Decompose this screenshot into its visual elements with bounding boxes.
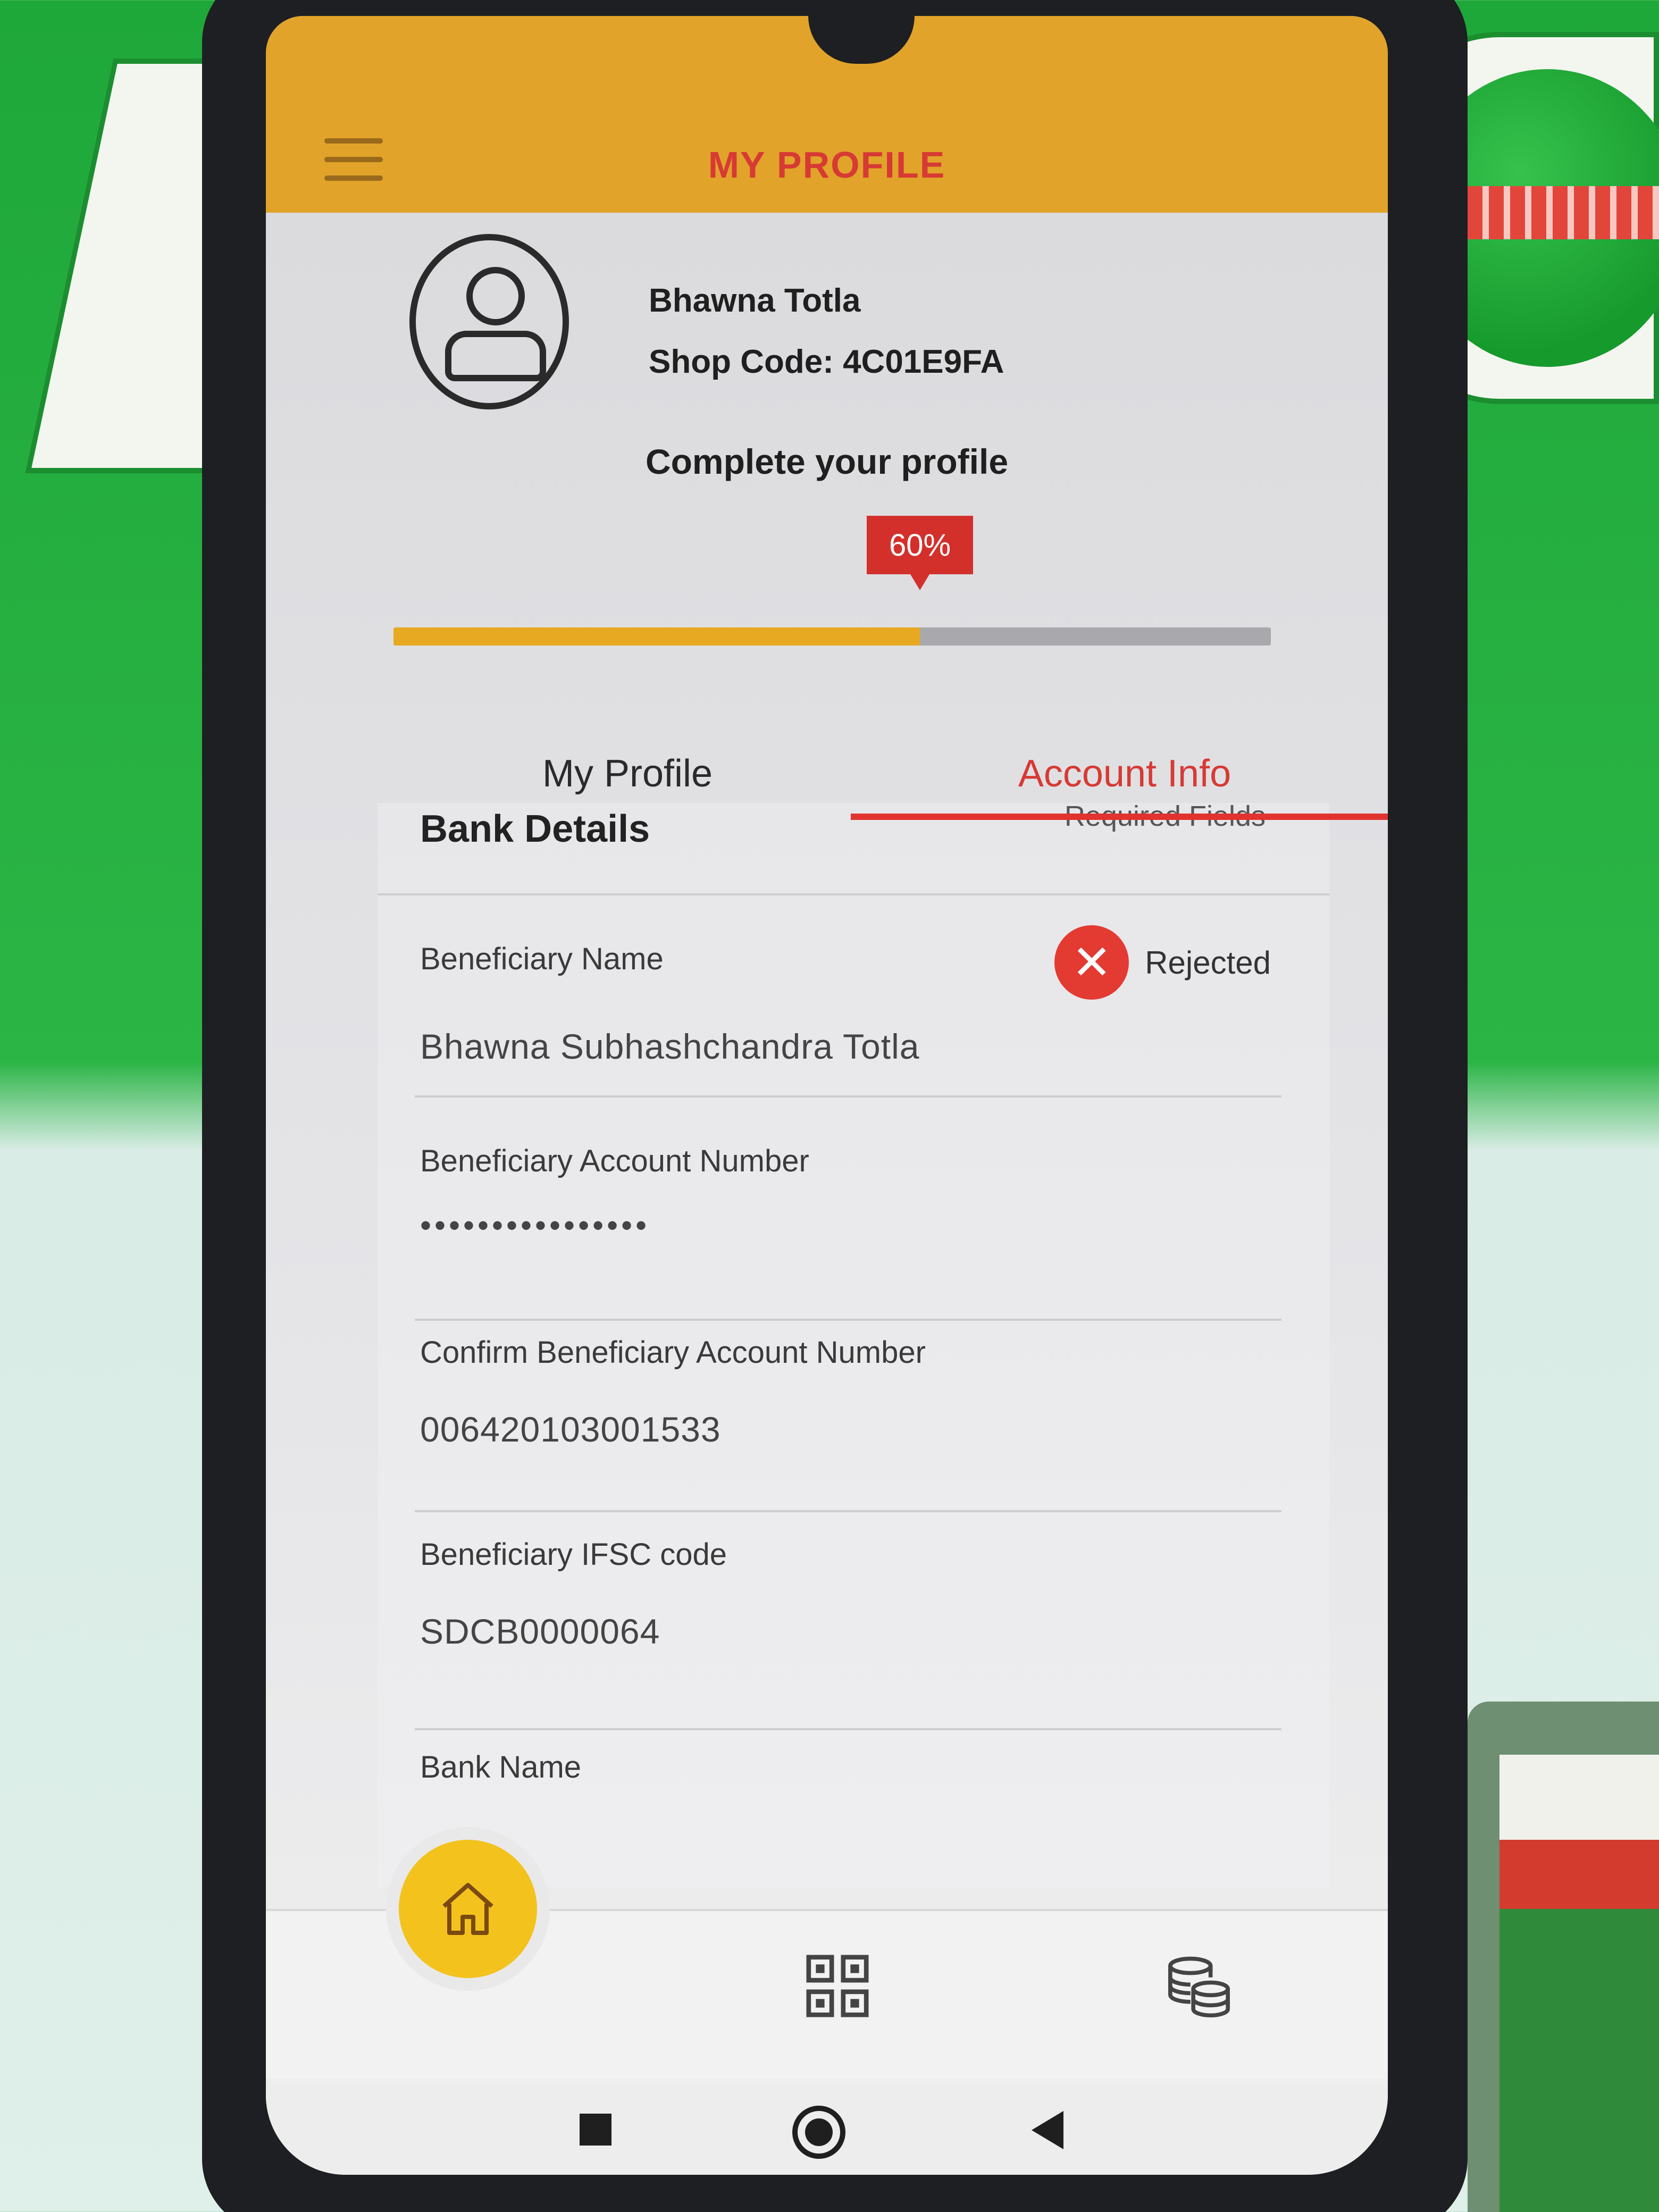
field-label: Beneficiary Account Number [420, 1144, 809, 1178]
user-name: Bhawna Totla [649, 282, 861, 319]
tab-my-profile[interactable]: My Profile [393, 728, 861, 819]
field-underline [415, 1728, 1281, 1730]
close-icon: ✕ [1054, 925, 1129, 1000]
field-value: Bhawna Subhashchandra Totla [420, 1027, 920, 1066]
profile-progress-bar [393, 627, 1271, 646]
qr-scan-button[interactable] [803, 1951, 872, 2021]
back-button[interactable] [1032, 2111, 1063, 2149]
bank-details-card: Bank Details Required Fields Beneficiary… [378, 803, 1329, 1888]
field-label: Confirm Beneficiary Account Number [420, 1335, 926, 1370]
active-tab-indicator [851, 814, 1388, 820]
page-title: MY PROFILE [708, 144, 946, 186]
profile-progress-fill [393, 627, 920, 646]
avatar-icon[interactable] [409, 234, 569, 409]
rejected-label: Rejected [1145, 944, 1271, 981]
rejected-status: ✕ Rejected [1054, 925, 1271, 1000]
field-underline [415, 1319, 1281, 1321]
field-value: 006420103001533 [420, 1410, 721, 1449]
points-button[interactable] [1164, 1951, 1234, 2021]
field-value: •••••••••••••••• [420, 1208, 650, 1243]
shop-code: Shop Code: 4C01E9FA [649, 343, 1004, 380]
field-underline [415, 1510, 1281, 1512]
phone-screen: MY PROFILE Bhawna Totla Shop Code: 4C01E… [266, 16, 1388, 2175]
tab-account-info[interactable]: Account Info [861, 728, 1388, 819]
field-label: Beneficiary IFSC code [420, 1537, 727, 1572]
recent-apps-button[interactable] [580, 2114, 611, 2146]
field-label: Bank Name [420, 1750, 582, 1784]
field-value: SDCB0000064 [420, 1612, 660, 1651]
card-divider [378, 893, 1329, 895]
complete-profile-title: Complete your profile [645, 442, 1009, 481]
background-card [1468, 1702, 1659, 2212]
home-icon [442, 1883, 493, 1935]
home-system-button[interactable] [792, 2106, 845, 2159]
completion-percent-badge: 60% [867, 516, 973, 590]
app-bar: MY PROFILE [266, 80, 1388, 213]
coins-icon [1168, 1956, 1230, 2018]
home-button[interactable] [399, 1840, 537, 1978]
qr-code-icon [806, 1955, 869, 2017]
system-navigation-bar [266, 2084, 1388, 2175]
field-label: Beneficiary Name [420, 942, 664, 976]
field-underline [415, 1095, 1281, 1097]
